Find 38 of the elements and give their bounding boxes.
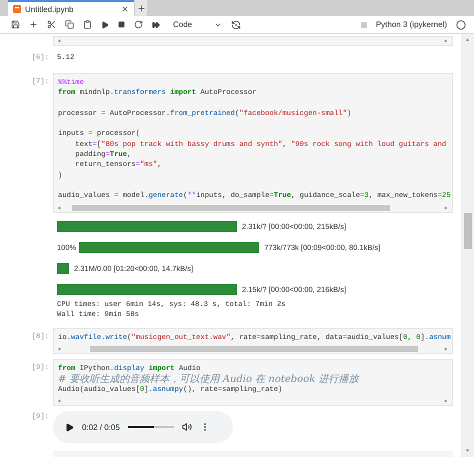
scroll-right-icon[interactable]	[444, 346, 449, 352]
audio-time: 0:02 / 0:05	[82, 422, 120, 432]
notebook-icon	[13, 5, 21, 13]
notebook-tab[interactable]: Untitled.ipynb	[8, 0, 134, 16]
vertical-scrollbar[interactable]	[461, 34, 474, 457]
add-tab-icon[interactable]	[136, 4, 146, 12]
add-icon[interactable]	[29, 20, 38, 29]
scrollbar-thumb[interactable]	[90, 346, 418, 352]
scroll-right-icon[interactable]	[444, 38, 449, 44]
scroll-left-icon[interactable]	[57, 398, 62, 404]
scroll-right-icon[interactable]	[444, 398, 449, 404]
restart-icon[interactable]	[134, 20, 143, 29]
audio-player[interactable]: 0:02 / 0:05	[53, 411, 233, 444]
save-icon[interactable]	[11, 20, 20, 29]
scroll-right-icon[interactable]	[444, 204, 449, 211]
volume-icon[interactable]	[182, 422, 192, 432]
refresh-icon[interactable]	[231, 20, 242, 30]
seek-slider[interactable]	[128, 426, 174, 428]
code-comment: # 要收听生成的音频样本，可以使用 Audio 在 notebook 进行播放	[58, 374, 360, 386]
scrollbar-thumb[interactable]	[464, 213, 472, 249]
play-icon[interactable]	[101, 20, 109, 28]
fast-forward-icon[interactable]	[152, 20, 160, 28]
cell-type-dropdown[interactable]: Code	[173, 20, 222, 29]
paste-icon[interactable]	[83, 20, 92, 29]
stop-icon[interactable]	[118, 21, 125, 28]
copy-icon[interactable]	[65, 20, 74, 29]
scroll-left-icon[interactable]	[57, 38, 62, 44]
play-icon[interactable]	[65, 422, 74, 432]
kernel-status-icon	[456, 20, 466, 30]
kernel-name[interactable]: Python 3 (ipykernel)	[376, 20, 447, 29]
scroll-left-icon[interactable]	[57, 346, 62, 352]
scroll-up-icon[interactable]	[465, 37, 470, 43]
scrollbar-thumb[interactable]	[72, 204, 390, 211]
cut-icon[interactable]	[47, 20, 56, 29]
code-cell[interactable]	[53, 73, 453, 213]
close-icon[interactable]	[121, 5, 129, 13]
scroll-left-icon[interactable]	[57, 204, 62, 211]
scroll-down-icon[interactable]	[465, 448, 470, 454]
